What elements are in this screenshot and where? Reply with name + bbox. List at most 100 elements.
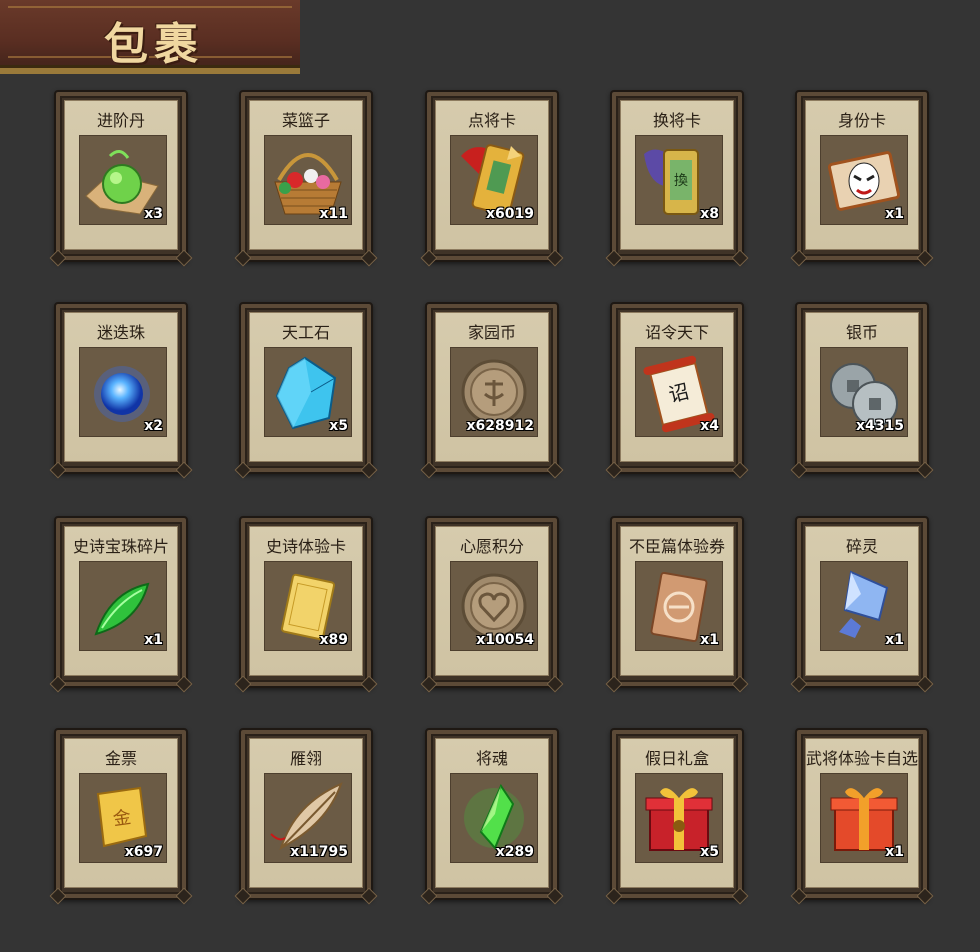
- item-quantity: x697: [124, 844, 163, 860]
- copper-ticket-icon: x1: [635, 561, 723, 651]
- holiday-gift-box-icon: x5: [635, 773, 723, 863]
- inventory-slot[interactable]: 武将体验卡自选 x1: [790, 728, 934, 905]
- card-corner-ornament: [790, 249, 808, 267]
- inventory-slot[interactable]: 诏令天下诏 x4: [605, 302, 749, 479]
- item-quantity: x4: [700, 418, 719, 434]
- card-corner-ornament: [790, 675, 808, 693]
- card-corner-ornament: [731, 675, 749, 693]
- inventory-slot[interactable]: 菜篮子 x11: [234, 90, 378, 267]
- item-quantity: x11: [319, 206, 348, 222]
- card-corner-ornament: [605, 887, 623, 905]
- gold-scroll-icon: 金 x697: [79, 773, 167, 863]
- inventory-slot[interactable]: 家园币 x628912: [420, 302, 564, 479]
- inventory-slot[interactable]: 不臣篇体验券 x1: [605, 516, 749, 693]
- card-corner-ornament: [731, 461, 749, 479]
- inventory-slot[interactable]: 雁翎 x11795: [234, 728, 378, 905]
- item-name: 不臣篇体验券: [628, 537, 725, 556]
- card-corner-ornament: [175, 249, 193, 267]
- card-corner-ornament: [360, 461, 378, 479]
- blue-crystal-icon: x5: [264, 347, 352, 437]
- flower-basket-icon: x11: [264, 135, 352, 225]
- item-name: 史诗宝珠碎片: [72, 537, 169, 556]
- card-corner-ornament: [49, 461, 67, 479]
- card-corner-ornament: [420, 887, 438, 905]
- inventory-slot[interactable]: 史诗宝珠碎片 x1: [49, 516, 193, 693]
- card-corner-ornament: [546, 675, 564, 693]
- item-name: 身份卡: [837, 111, 886, 130]
- red-gift-box-icon: x1: [820, 773, 908, 863]
- inventory-slot[interactable]: 银币 x4315: [790, 302, 934, 479]
- item-card-face: 诏令天下诏 x4: [620, 312, 734, 462]
- card-corner-ornament: [360, 675, 378, 693]
- item-quantity: x1: [885, 632, 904, 648]
- item-card-face: 身份卡 x1: [805, 100, 919, 250]
- card-corner-ornament: [546, 887, 564, 905]
- item-card-face: 迷迭珠 x2: [64, 312, 178, 462]
- item-card-face: 不臣篇体验券 x1: [620, 526, 734, 676]
- svg-text:換: 換: [674, 173, 688, 189]
- item-card-face: 家园币 x628912: [435, 312, 549, 462]
- item-card-face: 进阶丹 x3: [64, 100, 178, 250]
- item-name: 点将卡: [467, 111, 516, 130]
- item-name: 诏令天下: [644, 323, 709, 342]
- item-card-face: 碎灵 x1: [805, 526, 919, 676]
- card-corner-ornament: [234, 461, 252, 479]
- item-card-face: 武将体验卡自选 x1: [805, 738, 919, 888]
- card-corner-ornament: [234, 249, 252, 267]
- card-corner-ornament: [916, 675, 934, 693]
- item-name: 史诗体验卡: [265, 537, 346, 556]
- page-title: 包裹: [104, 19, 204, 70]
- inventory-slot[interactable]: 点将卡 x6019: [420, 90, 564, 267]
- blue-orb-icon: x2: [79, 347, 167, 437]
- card-corner-ornament: [420, 461, 438, 479]
- card-corner-ornament: [605, 461, 623, 479]
- inventory-slot[interactable]: 史诗体验卡 x89: [234, 516, 378, 693]
- inventory-slot[interactable]: 进阶丹 x3: [49, 90, 193, 267]
- item-name: 菜篮子: [281, 111, 330, 130]
- item-card-face: 史诗体验卡 x89: [249, 526, 363, 676]
- item-card-face: 心愿积分 x10054: [435, 526, 549, 676]
- inventory-slot[interactable]: 将魂 x289: [420, 728, 564, 905]
- card-corner-ornament: [360, 887, 378, 905]
- item-quantity: x1: [144, 632, 163, 648]
- green-soul-crystal-icon: x289: [450, 773, 538, 863]
- card-corner-ornament: [175, 675, 193, 693]
- svg-text:金: 金: [112, 807, 133, 830]
- card-corner-ornament: [731, 249, 749, 267]
- card-corner-ornament: [49, 249, 67, 267]
- opera-mask-card-icon: x1: [820, 135, 908, 225]
- card-corner-ornament: [546, 249, 564, 267]
- item-quantity: x3: [144, 206, 163, 222]
- inventory-slot[interactable]: 天工石 x5: [234, 302, 378, 479]
- item-quantity: x11795: [290, 844, 348, 860]
- card-corner-ornament: [234, 887, 252, 905]
- green-shard-icon: x1: [79, 561, 167, 651]
- gold-card-icon: x89: [264, 561, 352, 651]
- item-card-face: 点将卡 x6019: [435, 100, 549, 250]
- item-card-face: 史诗宝珠碎片 x1: [64, 526, 178, 676]
- card-corner-ornament: [175, 461, 193, 479]
- card-corner-ornament: [916, 887, 934, 905]
- card-corner-ornament: [916, 461, 934, 479]
- item-card-face: 假日礼盒 x5: [620, 738, 734, 888]
- feather-icon: x11795: [264, 773, 352, 863]
- inventory-slot[interactable]: 碎灵 x1: [790, 516, 934, 693]
- inventory-slot[interactable]: 换将卡換 x8: [605, 90, 749, 267]
- edict-scroll-icon: 诏 x4: [635, 347, 723, 437]
- item-quantity: x628912: [466, 418, 534, 434]
- item-card-face: 银币 x4315: [805, 312, 919, 462]
- inventory-slot[interactable]: 假日礼盒 x5: [605, 728, 749, 905]
- inventory-slot[interactable]: 迷迭珠 x2: [49, 302, 193, 479]
- item-quantity: x5: [700, 844, 719, 860]
- item-name: 天工石: [281, 323, 330, 342]
- silver-coins-icon: x4315: [820, 347, 908, 437]
- item-card-face: 换将卡換 x8: [620, 100, 734, 250]
- item-card-face: 雁翎 x11795: [249, 738, 363, 888]
- inventory-slot[interactable]: 身份卡 x1: [790, 90, 934, 267]
- item-name: 碎灵: [845, 537, 878, 556]
- item-name: 将魂: [475, 749, 508, 768]
- item-card-face: 将魂 x289: [435, 738, 549, 888]
- item-quantity: x2: [144, 418, 163, 434]
- inventory-slot[interactable]: 心愿积分 x10054: [420, 516, 564, 693]
- inventory-slot[interactable]: 金票金 x697: [49, 728, 193, 905]
